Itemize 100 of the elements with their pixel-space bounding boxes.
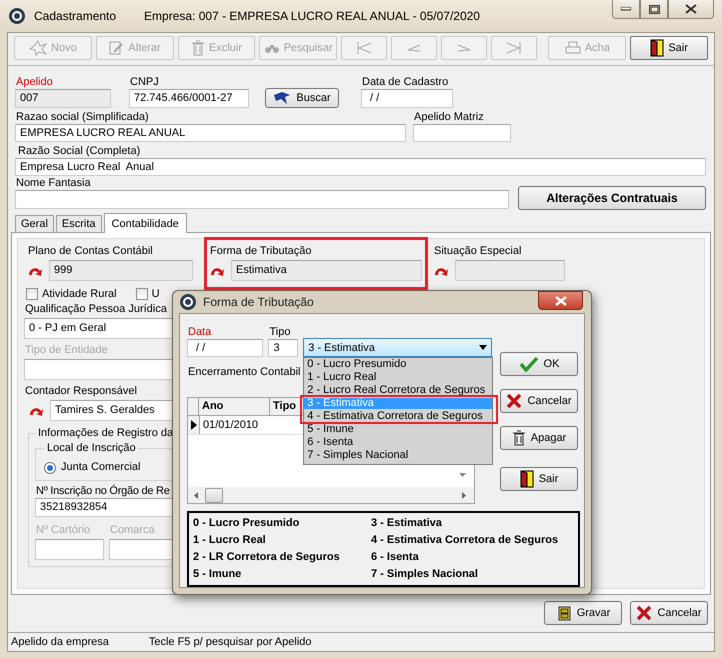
field-label: Nome Fantasia [15, 177, 91, 190]
toolbar-button[interactable]: Sair [630, 36, 708, 60]
field-label: Contador Responsável [24, 385, 137, 398]
tab[interactable]: Contabilidade [104, 213, 187, 233]
dropdown-option[interactable]: 6 - Isenta [304, 437, 492, 448]
code-field[interactable]: 3 [268, 339, 298, 357]
checkbox[interactable] [136, 288, 148, 300]
close-icon [554, 296, 566, 306]
trash-icon [512, 430, 526, 446]
radio-button[interactable] [44, 462, 56, 474]
dialog-title: Forma de Tributação [203, 295, 314, 309]
date-field[interactable]: / / [187, 339, 264, 357]
field-label: Data [187, 326, 212, 339]
field-label: CNPJ [129, 76, 159, 89]
cancel-button[interactable]: Cancelar [630, 601, 708, 625]
field-label: Razão Social (Completa) [17, 145, 140, 158]
last-record-icon [506, 41, 522, 55]
door-icon [520, 470, 534, 488]
ok-button[interactable]: OK [500, 352, 578, 376]
legend-item: 0 - Lucro Presumido [193, 516, 300, 531]
save-button[interactable]: Gravar [544, 601, 622, 625]
status-text: Tecle F5 p/ pesquisar por Apelido [148, 636, 312, 648]
scroll-left-icon [194, 492, 198, 498]
field-label: Apelido [15, 76, 53, 89]
field-label: Nº Inscrição no Órgão de Re [35, 485, 170, 498]
dropdown-option[interactable]: 0 - Lucro Presumido [304, 359, 492, 370]
trash-icon [190, 40, 205, 56]
bird-emblem-icon [273, 91, 292, 105]
status-text: Apelido da empresa [11, 636, 109, 648]
previous-record-icon [406, 44, 421, 52]
text-field[interactable]: EMPRESA LUCRO REAL ANUAL [15, 124, 406, 142]
first-record-icon [356, 41, 372, 55]
cross-icon [506, 393, 522, 409]
legend-item: 2 - LR Corretora de Seguros [193, 550, 341, 565]
checkmark-icon [518, 356, 539, 372]
cancel-button[interactable]: Cancelar [500, 389, 578, 413]
section-label: Encerramento Contabil [187, 366, 301, 379]
lookup-field[interactable]: 999 [49, 260, 193, 281]
alteracoes-button[interactable]: Alterações Contratuais [518, 186, 706, 210]
cnpj-field[interactable]: 72.745.466/0001-27 [129, 89, 249, 108]
lookup-field[interactable] [455, 260, 565, 281]
scroll-thumb[interactable] [205, 488, 223, 502]
date-field[interactable]: / / [361, 89, 453, 108]
field-label: Forma de Tributação [209, 245, 312, 258]
legend-item: 7 - Simples Nacional [371, 567, 479, 582]
checkbox-label: U [150, 288, 160, 300]
dropdown-option[interactable]: 5 - Imune [304, 424, 492, 435]
lookup-field[interactable]: Estimativa [231, 260, 422, 281]
tax-type-dropdown[interactable]: 3 - Estimativa [303, 338, 492, 357]
exit-button[interactable]: Sair [500, 467, 578, 491]
text-field[interactable] [15, 190, 509, 209]
field-label: Comarca [109, 524, 155, 537]
caret-icon [479, 345, 487, 350]
table-cell-text: 01/01/2010 [202, 418, 260, 433]
minimize-icon [621, 7, 631, 11]
field-label: Qualificação Pessoa Jurídica [24, 303, 167, 316]
legend-item: 6 - Isenta [371, 550, 420, 565]
field-label: Razao social (Simplificada) [15, 111, 149, 124]
maximize-icon [648, 4, 660, 14]
field-label: Nº Cartório [35, 524, 90, 537]
buscar-button[interactable]: Buscar [265, 88, 339, 108]
legend-item: 4 - Estimativa Corretora de Seguros [371, 533, 560, 548]
door-icon [650, 39, 664, 57]
horizontal-scrollbar[interactable] [188, 487, 474, 503]
maximize-button[interactable] [640, 0, 668, 19]
app-logo-icon [179, 293, 197, 311]
document-edit-icon [108, 40, 124, 56]
radio-label: Junta Comercial [60, 461, 140, 474]
tab[interactable]: Geral [15, 215, 54, 233]
close-button[interactable] [538, 291, 583, 310]
field-label: Data de Cadastro [361, 76, 448, 89]
minimize-button[interactable] [612, 0, 640, 19]
binoculars-icon [264, 42, 280, 54]
checkbox[interactable] [26, 288, 38, 300]
checkbox-label: Atividade Rural [41, 288, 117, 300]
legend-item: 1 - Lucro Real [193, 533, 267, 548]
scroll-down-icon [459, 473, 466, 477]
printer-icon [564, 41, 581, 55]
close-button[interactable] [668, 0, 714, 19]
legend-item: 5 - Imune [193, 567, 242, 582]
tab[interactable]: Escrita [56, 215, 102, 233]
field-label: Tipo [268, 326, 290, 339]
delete-button[interactable]: Apagar [500, 426, 578, 450]
text-field[interactable] [35, 539, 104, 560]
dropdown-option[interactable]: 2 - Lucro Real Corretora de Seguros [304, 385, 492, 396]
dropdown-option[interactable]: 1 - Lucro Real [304, 372, 492, 383]
dropdown-option[interactable]: 7 - Simples Nacional [304, 450, 492, 461]
field-label: Situação Especial [433, 245, 522, 258]
text-field[interactable] [413, 124, 511, 142]
text-field[interactable]: Empresa Lucro Real Anual [15, 158, 706, 176]
group-title: Local de Inscrição [45, 442, 138, 455]
dropdown-option[interactable]: 4 - Estimativa Corretora de Seguros [304, 411, 492, 422]
next-record-icon [456, 44, 471, 52]
close-icon [685, 4, 697, 14]
window-subtitle: Empresa: 007 - EMPRESA LUCRO REAL ANUAL - 05/07/2020 [144, 9, 480, 23]
cabinet-icon [556, 605, 572, 621]
apelido-field[interactable]: 007 [15, 89, 111, 108]
field-label: Plano de Contas Contábil [27, 245, 153, 258]
column-header[interactable]: Ano [199, 398, 270, 415]
cross-icon [636, 605, 652, 621]
